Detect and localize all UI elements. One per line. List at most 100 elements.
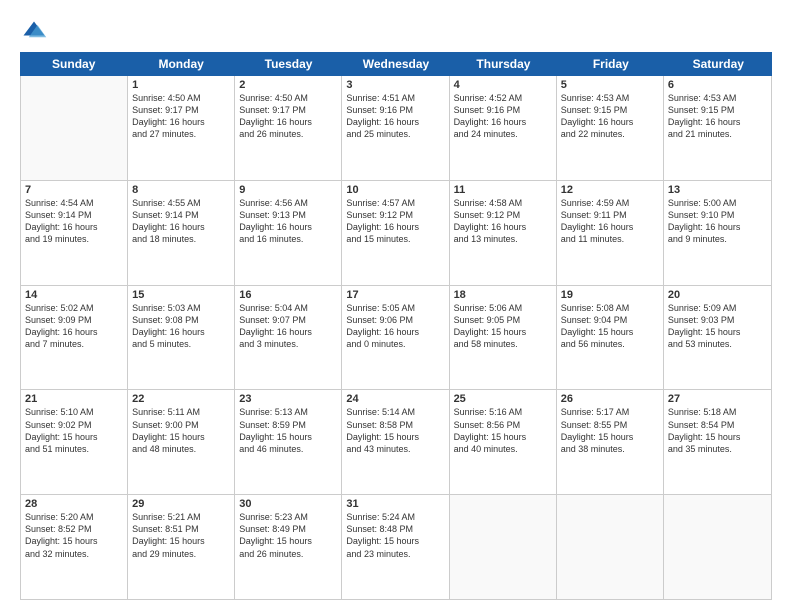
cell-line: Sunset: 9:16 PM (346, 104, 444, 116)
day-number: 26 (561, 393, 659, 405)
weekday-header: Wednesday (342, 52, 449, 76)
day-number: 13 (668, 184, 767, 196)
cell-line: Sunrise: 4:54 AM (25, 197, 123, 209)
cell-line: Daylight: 15 hours (668, 326, 767, 338)
cell-line: Daylight: 16 hours (454, 221, 552, 233)
cell-line: Sunrise: 5:11 AM (132, 406, 230, 418)
cell-line: Daylight: 16 hours (346, 326, 444, 338)
cell-line: Sunrise: 4:50 AM (132, 92, 230, 104)
calendar-cell: 15Sunrise: 5:03 AMSunset: 9:08 PMDayligh… (128, 286, 235, 390)
cell-line: Sunrise: 4:59 AM (561, 197, 659, 209)
cell-line: Daylight: 15 hours (346, 431, 444, 443)
cell-line: Daylight: 16 hours (132, 326, 230, 338)
cell-line: Sunset: 9:15 PM (561, 104, 659, 116)
cell-line: and 58 minutes. (454, 338, 552, 350)
cell-line: Sunset: 9:11 PM (561, 209, 659, 221)
day-number: 10 (346, 184, 444, 196)
calendar-cell: 17Sunrise: 5:05 AMSunset: 9:06 PMDayligh… (342, 286, 449, 390)
cell-line: Daylight: 15 hours (454, 326, 552, 338)
cell-line: Daylight: 16 hours (132, 221, 230, 233)
cell-line: Sunset: 8:54 PM (668, 419, 767, 431)
day-number: 30 (239, 498, 337, 510)
cell-line: and 26 minutes. (239, 548, 337, 560)
cell-line: Sunset: 9:08 PM (132, 314, 230, 326)
cell-line: Sunset: 9:02 PM (25, 419, 123, 431)
cell-line: Sunrise: 5:02 AM (25, 302, 123, 314)
day-number: 6 (668, 79, 767, 91)
calendar-cell: 16Sunrise: 5:04 AMSunset: 9:07 PMDayligh… (235, 286, 342, 390)
cell-line: and 27 minutes. (132, 128, 230, 140)
cell-line: Daylight: 15 hours (132, 431, 230, 443)
cell-line: Sunset: 8:52 PM (25, 523, 123, 535)
cell-line: Daylight: 16 hours (668, 221, 767, 233)
calendar-cell: 10Sunrise: 4:57 AMSunset: 9:12 PMDayligh… (342, 181, 449, 285)
day-number: 19 (561, 289, 659, 301)
calendar-cell: 14Sunrise: 5:02 AMSunset: 9:09 PMDayligh… (21, 286, 128, 390)
weekday-header: Saturday (665, 52, 772, 76)
cell-line: Sunrise: 5:03 AM (132, 302, 230, 314)
cell-line: Sunset: 9:03 PM (668, 314, 767, 326)
calendar-cell (21, 76, 128, 180)
calendar-cell: 18Sunrise: 5:06 AMSunset: 9:05 PMDayligh… (450, 286, 557, 390)
calendar-header: SundayMondayTuesdayWednesdayThursdayFrid… (20, 52, 772, 76)
cell-line: Sunrise: 5:05 AM (346, 302, 444, 314)
calendar-cell (450, 495, 557, 599)
cell-line: Sunset: 9:00 PM (132, 419, 230, 431)
day-number: 17 (346, 289, 444, 301)
day-number: 16 (239, 289, 337, 301)
cell-line: and 25 minutes. (346, 128, 444, 140)
cell-line: Sunset: 8:59 PM (239, 419, 337, 431)
cell-line: and 35 minutes. (668, 443, 767, 455)
cell-line: Sunrise: 5:24 AM (346, 511, 444, 523)
calendar-cell: 24Sunrise: 5:14 AMSunset: 8:58 PMDayligh… (342, 390, 449, 494)
day-number: 31 (346, 498, 444, 510)
weekday-header: Thursday (450, 52, 557, 76)
calendar-cell: 13Sunrise: 5:00 AMSunset: 9:10 PMDayligh… (664, 181, 771, 285)
cell-line: Sunrise: 4:52 AM (454, 92, 552, 104)
day-number: 2 (239, 79, 337, 91)
calendar-cell: 21Sunrise: 5:10 AMSunset: 9:02 PMDayligh… (21, 390, 128, 494)
calendar-cell: 7Sunrise: 4:54 AMSunset: 9:14 PMDaylight… (21, 181, 128, 285)
cell-line: Sunrise: 5:10 AM (25, 406, 123, 418)
cell-line: Sunrise: 5:04 AM (239, 302, 337, 314)
calendar-cell: 11Sunrise: 4:58 AMSunset: 9:12 PMDayligh… (450, 181, 557, 285)
cell-line: Sunrise: 4:53 AM (668, 92, 767, 104)
cell-line: Sunrise: 4:56 AM (239, 197, 337, 209)
weekday-header: Sunday (20, 52, 127, 76)
cell-line: Daylight: 16 hours (454, 116, 552, 128)
calendar-cell: 20Sunrise: 5:09 AMSunset: 9:03 PMDayligh… (664, 286, 771, 390)
cell-line: Sunrise: 4:57 AM (346, 197, 444, 209)
cell-line: Daylight: 16 hours (239, 221, 337, 233)
day-number: 9 (239, 184, 337, 196)
cell-line: Sunrise: 5:18 AM (668, 406, 767, 418)
cell-line: and 19 minutes. (25, 233, 123, 245)
day-number: 12 (561, 184, 659, 196)
day-number: 15 (132, 289, 230, 301)
header (20, 18, 772, 46)
day-number: 4 (454, 79, 552, 91)
cell-line: Sunset: 9:16 PM (454, 104, 552, 116)
calendar-cell: 30Sunrise: 5:23 AMSunset: 8:49 PMDayligh… (235, 495, 342, 599)
cell-line: and 7 minutes. (25, 338, 123, 350)
calendar-cell: 6Sunrise: 4:53 AMSunset: 9:15 PMDaylight… (664, 76, 771, 180)
cell-line: and 16 minutes. (239, 233, 337, 245)
day-number: 5 (561, 79, 659, 91)
cell-line: and 46 minutes. (239, 443, 337, 455)
cell-line: Sunset: 8:51 PM (132, 523, 230, 535)
cell-line: Sunset: 9:17 PM (132, 104, 230, 116)
calendar-cell: 5Sunrise: 4:53 AMSunset: 9:15 PMDaylight… (557, 76, 664, 180)
calendar-cell: 23Sunrise: 5:13 AMSunset: 8:59 PMDayligh… (235, 390, 342, 494)
calendar-cell: 25Sunrise: 5:16 AMSunset: 8:56 PMDayligh… (450, 390, 557, 494)
cell-line: Sunrise: 5:09 AM (668, 302, 767, 314)
cell-line: Sunset: 9:05 PM (454, 314, 552, 326)
cell-line: Sunset: 9:12 PM (346, 209, 444, 221)
cell-line: and 32 minutes. (25, 548, 123, 560)
calendar-cell: 3Sunrise: 4:51 AMSunset: 9:16 PMDaylight… (342, 76, 449, 180)
cell-line: Daylight: 15 hours (561, 431, 659, 443)
cell-line: Daylight: 15 hours (561, 326, 659, 338)
cell-line: and 29 minutes. (132, 548, 230, 560)
calendar-cell: 29Sunrise: 5:21 AMSunset: 8:51 PMDayligh… (128, 495, 235, 599)
calendar-cell: 2Sunrise: 4:50 AMSunset: 9:17 PMDaylight… (235, 76, 342, 180)
cell-line: Sunrise: 4:53 AM (561, 92, 659, 104)
cell-line: and 23 minutes. (346, 548, 444, 560)
